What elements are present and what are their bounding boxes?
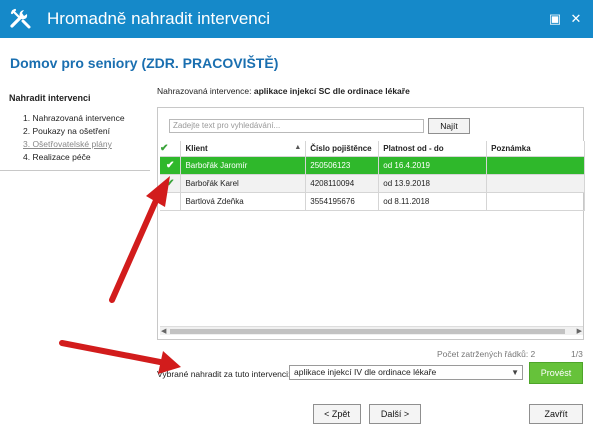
cell-validity: od 16.4.2019 [378, 156, 488, 175]
scroll-left-icon[interactable]: ◀ [161, 327, 166, 335]
next-button[interactable]: Další > [369, 404, 421, 424]
window-title: Hromadně nahradit intervenci [47, 9, 271, 28]
cell-validity: od 13.9.2018 [378, 174, 488, 193]
column-insurance[interactable]: Číslo pojištěnce [305, 141, 380, 157]
page-indicator: 1/3 [571, 349, 583, 359]
page-title: Domov pro seniory (ZDR. PRACOVIŠTĚ) [10, 55, 279, 71]
replaced-intervention-label: Nahrazovaná intervence: [157, 86, 252, 96]
wizard-step-3[interactable]: 3. Ošetřovatelské plány [23, 139, 112, 149]
replace-label: Vybrané nahradit za tuto intervenci: [157, 369, 291, 379]
client-panel: Zadejte text pro vyhledávání... Najít ✔ … [157, 107, 585, 340]
checked-count: Počet zatržených řádků: 2 [437, 349, 536, 359]
cell-client: Barbořák Karel [180, 174, 307, 193]
row-checkbox[interactable] [160, 192, 182, 211]
cell-insurance: 4208110094 [305, 174, 380, 193]
search-input[interactable]: Zadejte text pro vyhledávání... [169, 119, 424, 133]
column-note[interactable]: Poznámka [486, 141, 585, 157]
select-all-checkbox[interactable]: ✔ [160, 141, 182, 157]
replaced-intervention: Nahrazovaná intervence: aplikace injekcí… [157, 86, 410, 96]
column-validity[interactable]: Platnost od - do [378, 141, 488, 157]
wizard-step-1[interactable]: 1. Nahrazovaná intervence [23, 113, 125, 123]
client-table: ✔ Klient ▲ Číslo pojištěnce Platnost od -… [160, 141, 585, 211]
replaced-intervention-value: aplikace injekcí SC dle ordinace lékaře [253, 86, 410, 96]
row-checkbox[interactable]: ✔ [160, 174, 182, 193]
replacement-select-value: aplikace injekcí IV dle ordinace lékaře [294, 367, 437, 377]
column-client-label: Klient [185, 143, 208, 153]
cell-validity: od 8.11.2018 [378, 192, 488, 211]
close-icon[interactable]: ✕ [569, 12, 583, 26]
find-button[interactable]: Najít [428, 118, 470, 134]
cell-note [486, 156, 585, 175]
dialog-window: Hromadně nahradit intervenci ▣ ✕ Domov p… [0, 0, 593, 435]
wizard-step-2[interactable]: 2. Poukazy na ošetření [23, 126, 110, 136]
maximize-icon[interactable]: ▣ [548, 12, 562, 26]
title-bar: Hromadně nahradit intervenci ▣ ✕ [0, 0, 593, 38]
wrench-icon [10, 8, 31, 29]
cell-client: Bartlová Zdeňka [180, 192, 307, 211]
close-button[interactable]: Zavřít [529, 404, 583, 424]
scrollbar-thumb[interactable] [170, 329, 565, 334]
chevron-down-icon[interactable]: ▼ [511, 366, 519, 379]
cell-client: Barbořák Jaromír [180, 156, 307, 175]
sidebar-divider [0, 170, 150, 171]
table-header: ✔ Klient ▲ Číslo pojištěnce Platnost od -… [160, 141, 585, 157]
wizard-heading: Nahradit intervenci [9, 93, 91, 103]
wizard-step-4[interactable]: 4. Realizace péče [23, 152, 91, 162]
sort-asc-icon: ▲ [294, 143, 302, 151]
column-client[interactable]: Klient ▲ [180, 141, 307, 157]
table-row[interactable]: ✔ Barbořák Karel 4208110094 od 13.9.2018 [160, 174, 585, 193]
cell-insurance: 250506123 [305, 156, 380, 175]
replacement-select[interactable]: aplikace injekcí IV dle ordinace lékaře … [289, 365, 523, 380]
cell-insurance: 3554195676 [305, 192, 380, 211]
table-row[interactable]: Bartlová Zdeňka 3554195676 od 8.11.2018 [160, 192, 585, 211]
wizard-steps: Nahradit intervenci 1. Nahrazovaná inter… [0, 85, 150, 175]
execute-button[interactable]: Provést [529, 362, 583, 384]
cell-note [486, 174, 585, 193]
horizontal-scrollbar[interactable]: ◀ ▶ [160, 326, 583, 335]
scroll-right-icon[interactable]: ▶ [577, 327, 582, 335]
cell-note [486, 192, 585, 211]
back-button[interactable]: < Zpět [313, 404, 361, 424]
row-checkbox[interactable]: ✔ [160, 156, 182, 175]
table-row[interactable]: ✔ Barbořák Jaromír 250506123 od 16.4.201… [160, 156, 585, 175]
